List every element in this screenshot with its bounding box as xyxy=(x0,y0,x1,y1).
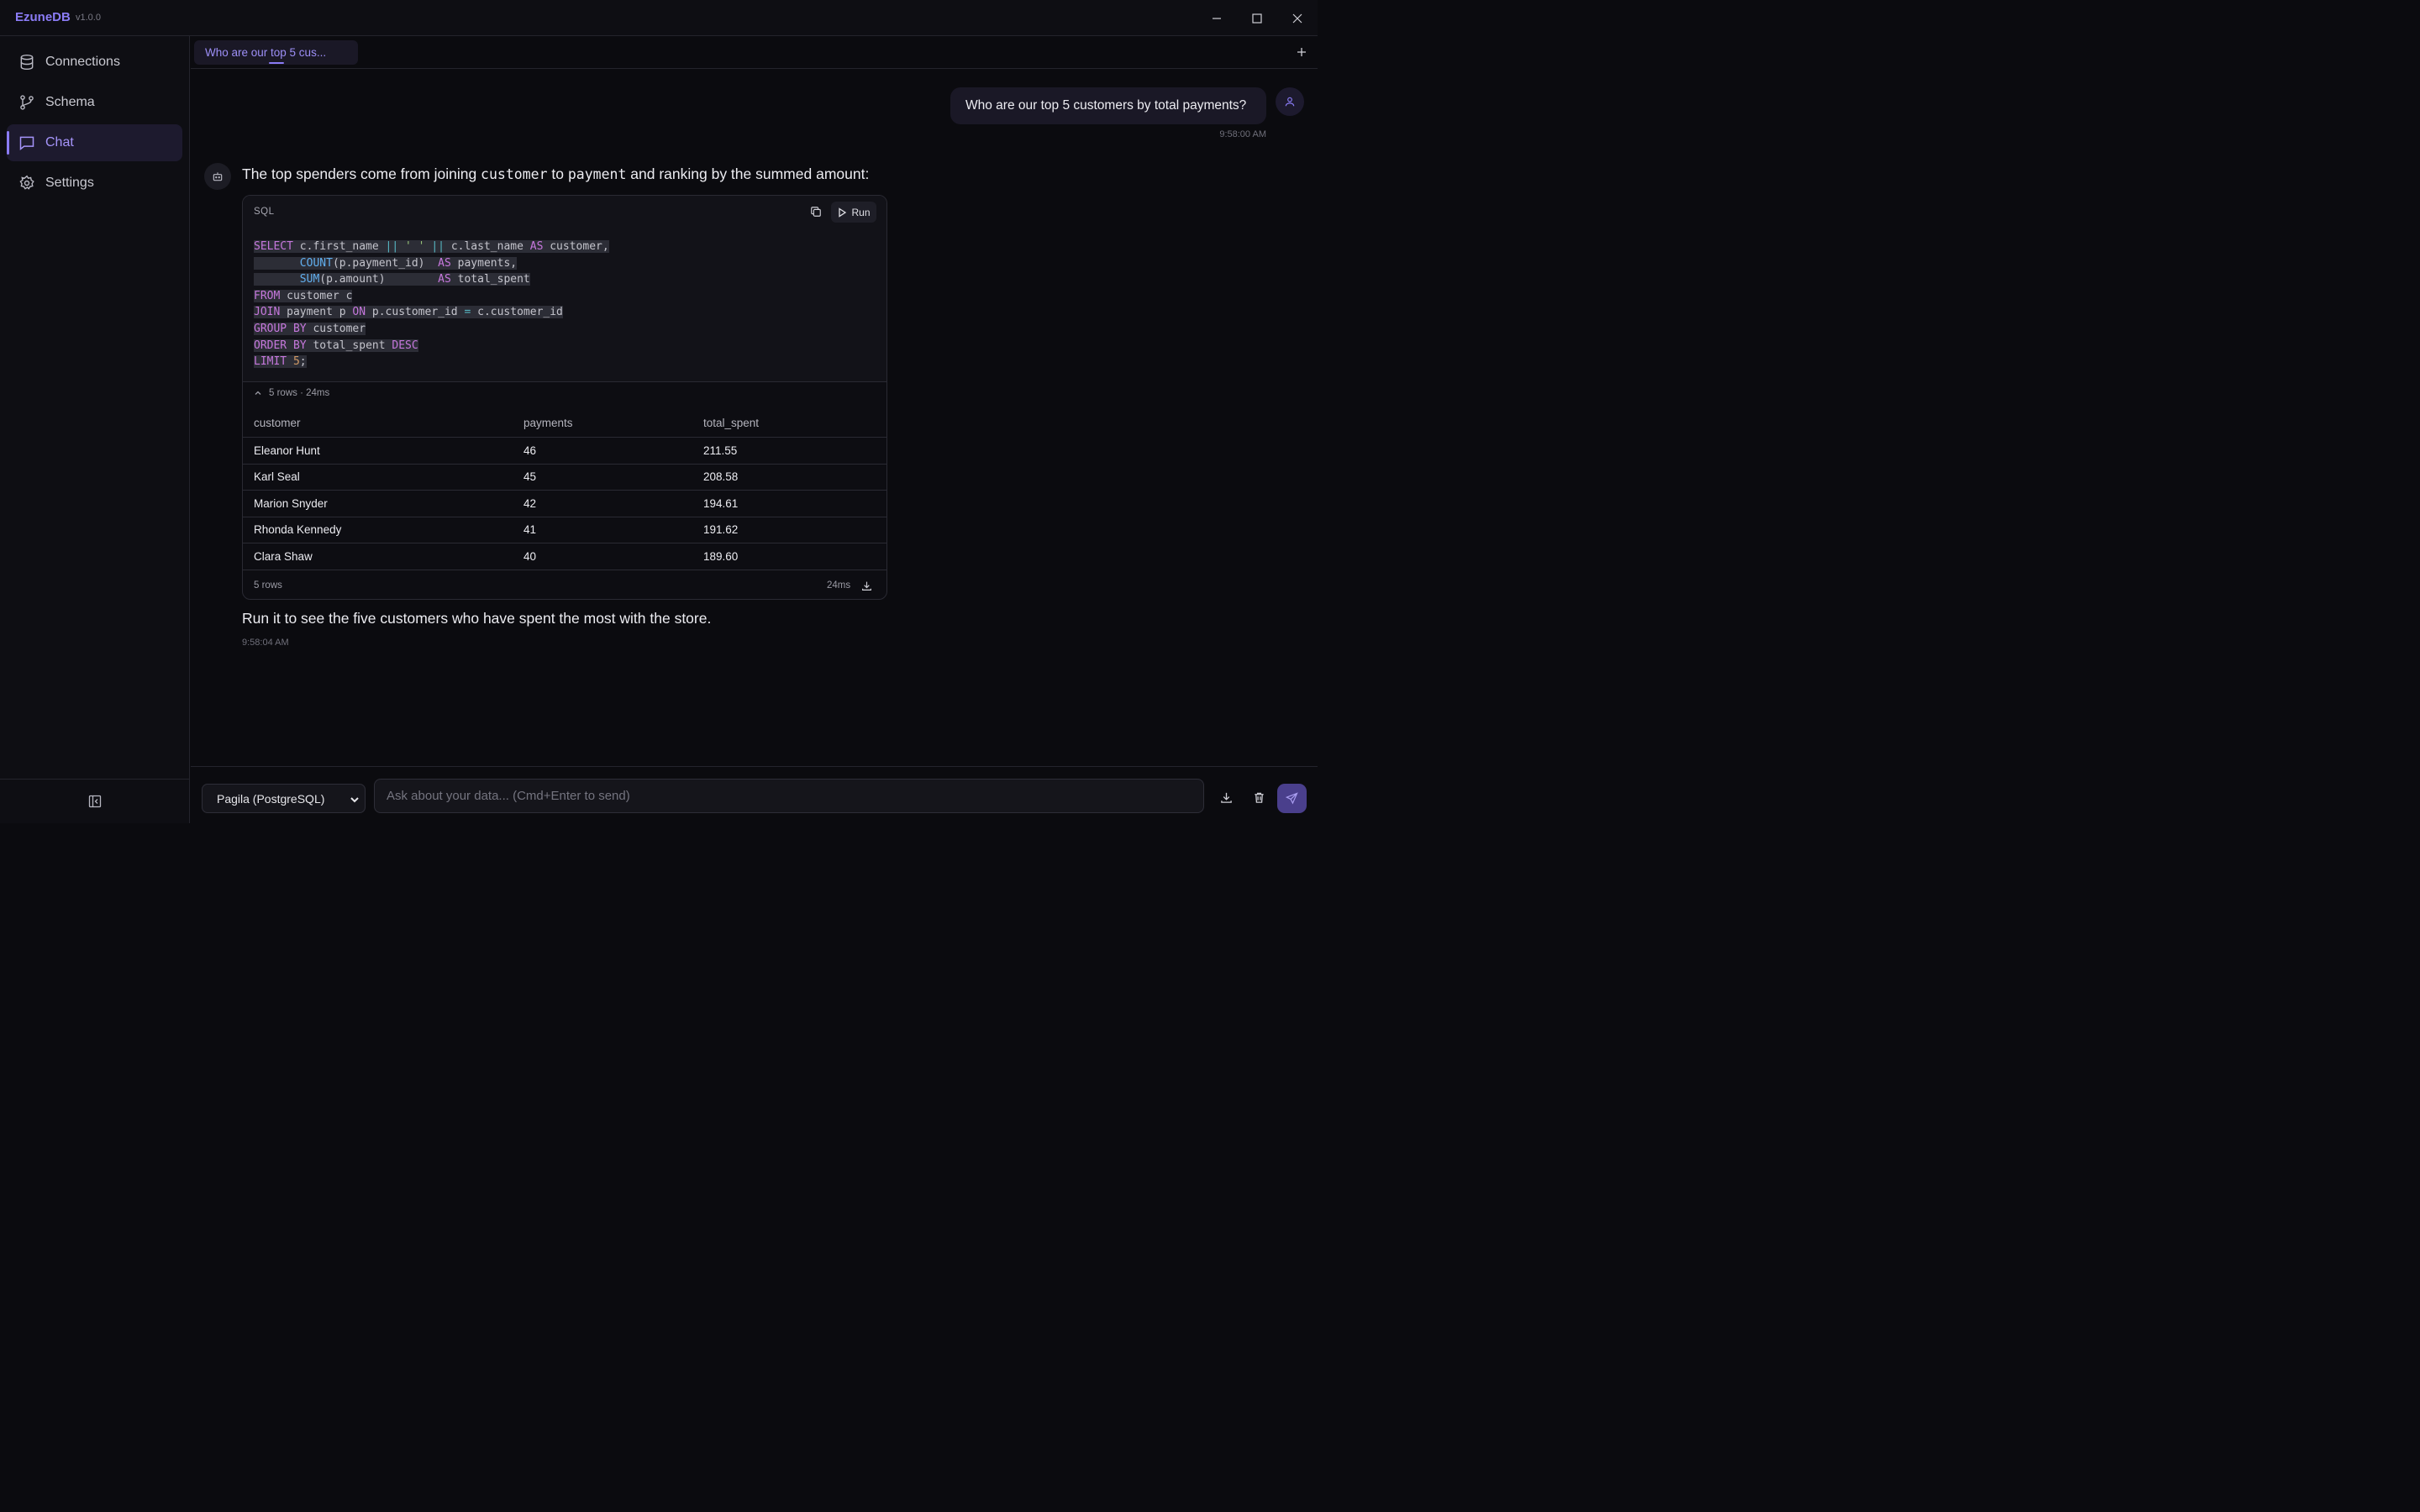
column-header: payments xyxy=(523,417,573,429)
table-cell: Rhonda Kennedy xyxy=(254,523,342,537)
send-button[interactable] xyxy=(1277,784,1307,813)
sidebar-footer xyxy=(0,779,190,823)
inline-code: customer xyxy=(481,166,548,182)
inline-code: payment xyxy=(567,166,627,182)
table-row: Rhonda Kennedy 41 191.62 xyxy=(243,517,886,543)
send-icon xyxy=(1286,792,1298,805)
user-message-time: 9:58:00 AM xyxy=(1219,129,1266,139)
sidebar-item-label: Settings xyxy=(45,176,94,190)
composer: Pagila (PostgreSQL) xyxy=(191,766,1318,823)
download-icon[interactable] xyxy=(861,570,872,599)
chat-input[interactable] xyxy=(374,779,1204,813)
tab-active-indicator xyxy=(269,62,284,64)
database-icon xyxy=(18,54,35,71)
run-label: Run xyxy=(851,206,871,218)
sidebar: Connections Schema Chat Settings xyxy=(0,36,190,823)
table-cell: Eleanor Hunt xyxy=(254,444,320,457)
assistant-intro: The top spenders come from joining custo… xyxy=(242,165,870,182)
table-row: Eleanor Hunt 46 211.55 xyxy=(243,438,886,465)
table-cell: 46 xyxy=(523,444,537,457)
sidebar-item-label: Schema xyxy=(45,95,95,109)
title-bar: EzuneDB v1.0.0 xyxy=(0,0,1318,36)
code-language-label: SQL xyxy=(254,207,275,217)
code-line: FROM customer c xyxy=(254,289,353,302)
code-line: SUM(p.amount) AS total_spent xyxy=(254,271,876,288)
bot-avatar-icon xyxy=(204,163,231,190)
code-line: LIMIT 5; xyxy=(254,355,307,369)
chat-icon xyxy=(18,134,35,151)
table-row: Karl Seal 45 208.58 xyxy=(243,465,886,491)
code-line: JOIN payment p ON p.customer_id = c.cust… xyxy=(254,306,563,319)
minimize-icon[interactable] xyxy=(1206,8,1228,29)
footer-row-count: 5 rows xyxy=(254,580,282,591)
table-footer: 5 rows 24ms xyxy=(243,570,886,599)
result-summary: 5 rows · 24ms xyxy=(269,388,330,398)
user-avatar-icon xyxy=(1276,87,1304,116)
gear-icon xyxy=(18,175,35,192)
export-download-icon[interactable] xyxy=(1218,790,1234,805)
table-cell: 40 xyxy=(523,549,537,563)
sidebar-item-chat[interactable]: Chat xyxy=(7,124,182,161)
code-line: SELECT c.first_name || ' ' || c.last_nam… xyxy=(254,240,609,253)
table-cell: 42 xyxy=(523,496,537,510)
table-row: Marion Snyder 42 194.61 xyxy=(243,491,886,517)
sidebar-item-settings[interactable]: Settings xyxy=(7,165,182,202)
chevron-up-icon xyxy=(255,391,261,395)
table-cell: 208.58 xyxy=(703,470,739,484)
table-cell: 41 xyxy=(523,523,537,537)
column-header: total_spent xyxy=(703,417,760,429)
table-cell: 189.60 xyxy=(703,549,739,563)
plus-icon[interactable] xyxy=(1294,45,1309,60)
connection-select-value: Pagila (PostgreSQL) xyxy=(217,791,325,806)
table-cell: 191.62 xyxy=(703,523,739,537)
table-cell: Marion Snyder xyxy=(254,496,328,510)
tab-bar: Who are our top 5 cus... xyxy=(191,36,1318,69)
app-name: EzuneDB xyxy=(15,10,71,24)
result-summary-toggle[interactable]: 5 rows · 24ms xyxy=(254,388,329,398)
sidebar-item-schema[interactable]: Schema xyxy=(7,84,182,121)
collapse-sidebar-icon[interactable] xyxy=(88,795,102,808)
table-row: Clara Shaw 40 189.60 xyxy=(243,543,886,570)
user-message: Who are our top 5 customers by total pay… xyxy=(950,87,1266,124)
maximize-icon[interactable] xyxy=(1246,8,1268,29)
assistant-message-time: 9:58:04 AM xyxy=(242,638,289,648)
user-message-text: Who are our top 5 customers by total pay… xyxy=(965,98,1247,113)
table-cell: Karl Seal xyxy=(254,470,300,484)
copy-icon[interactable] xyxy=(808,203,824,220)
footer-duration: 24ms xyxy=(827,580,851,591)
code-line: COUNT(p.payment_id) AS payments, xyxy=(254,255,876,272)
tab-chat-session[interactable]: Who are our top 5 cus... xyxy=(194,40,358,65)
table-header: customer payments total_spent xyxy=(243,409,886,438)
sidebar-item-label: Chat xyxy=(45,135,74,150)
table-cell: 45 xyxy=(523,470,537,484)
sidebar-item-connections[interactable]: Connections xyxy=(7,44,182,81)
code-line: GROUP BY customer xyxy=(254,322,366,335)
close-icon[interactable] xyxy=(1286,8,1308,29)
play-icon xyxy=(839,207,847,218)
table-cell: Clara Shaw xyxy=(254,549,313,563)
chevron-down-icon xyxy=(350,794,360,807)
tab-label: Who are our top 5 cus... xyxy=(205,46,327,59)
run-button[interactable]: Run xyxy=(831,202,876,223)
assistant-outro: Run it to see the five customers who hav… xyxy=(242,610,712,627)
sidebar-item-label: Connections xyxy=(45,55,120,69)
column-header: customer xyxy=(254,417,301,429)
table-cell: 211.55 xyxy=(703,444,738,457)
connection-select[interactable]: Pagila (PostgreSQL) xyxy=(202,784,366,813)
app-version: v1.0.0 xyxy=(76,13,101,23)
code-line: ORDER BY total_spent DESC xyxy=(254,339,418,352)
sql-code-card: SQL Run SELECT c.first_name || ' ' || c.… xyxy=(242,195,887,600)
code-block[interactable]: SELECT c.first_name || ' ' || c.last_nam… xyxy=(243,228,886,382)
git-branch-icon xyxy=(18,94,35,111)
table-cell: 194.61 xyxy=(703,496,739,510)
trash-icon[interactable] xyxy=(1251,790,1266,805)
code-header: SQL Run xyxy=(243,196,886,228)
